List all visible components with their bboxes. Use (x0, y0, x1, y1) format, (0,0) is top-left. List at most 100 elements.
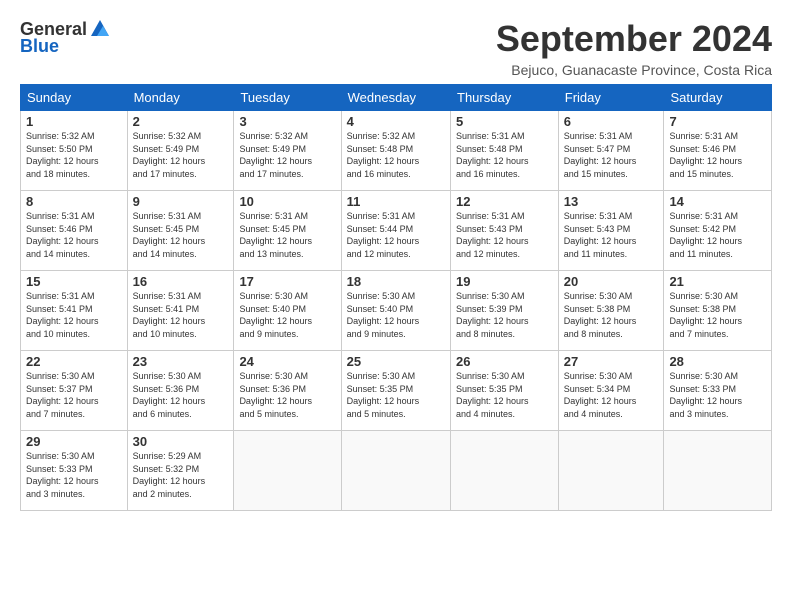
calendar-cell-3-1: 23Sunrise: 5:30 AM Sunset: 5:36 PM Dayli… (127, 351, 234, 431)
day-number: 29 (26, 434, 122, 449)
day-info: Sunrise: 5:30 AM Sunset: 5:33 PM Dayligh… (26, 450, 122, 500)
day-info: Sunrise: 5:31 AM Sunset: 5:46 PM Dayligh… (669, 130, 766, 180)
calendar-cell-2-2: 17Sunrise: 5:30 AM Sunset: 5:40 PM Dayli… (234, 271, 341, 351)
day-info: Sunrise: 5:31 AM Sunset: 5:46 PM Dayligh… (26, 210, 122, 260)
logo-blue-text: Blue (20, 36, 59, 57)
day-number: 24 (239, 354, 335, 369)
calendar-cell-1-5: 13Sunrise: 5:31 AM Sunset: 5:43 PM Dayli… (558, 191, 664, 271)
day-number: 28 (669, 354, 766, 369)
day-number: 6 (564, 114, 659, 129)
day-number: 7 (669, 114, 766, 129)
day-info: Sunrise: 5:30 AM Sunset: 5:38 PM Dayligh… (564, 290, 659, 340)
calendar-cell-1-1: 9Sunrise: 5:31 AM Sunset: 5:45 PM Daylig… (127, 191, 234, 271)
day-number: 27 (564, 354, 659, 369)
day-number: 17 (239, 274, 335, 289)
logo-area: General Blue (20, 18, 111, 57)
day-info: Sunrise: 5:30 AM Sunset: 5:39 PM Dayligh… (456, 290, 553, 340)
day-info: Sunrise: 5:30 AM Sunset: 5:38 PM Dayligh… (669, 290, 766, 340)
header-thursday: Thursday (451, 85, 559, 111)
header: General Blue September 2024 Bejuco, Guan… (20, 18, 772, 78)
header-tuesday: Tuesday (234, 85, 341, 111)
day-info: Sunrise: 5:31 AM Sunset: 5:41 PM Dayligh… (26, 290, 122, 340)
location-subtitle: Bejuco, Guanacaste Province, Costa Rica (496, 62, 772, 78)
calendar-cell-2-0: 15Sunrise: 5:31 AM Sunset: 5:41 PM Dayli… (21, 271, 128, 351)
calendar-week-2: 15Sunrise: 5:31 AM Sunset: 5:41 PM Dayli… (21, 271, 772, 351)
day-info: Sunrise: 5:32 AM Sunset: 5:49 PM Dayligh… (133, 130, 229, 180)
day-number: 5 (456, 114, 553, 129)
day-number: 11 (347, 194, 445, 209)
day-info: Sunrise: 5:31 AM Sunset: 5:47 PM Dayligh… (564, 130, 659, 180)
calendar-cell-0-2: 3Sunrise: 5:32 AM Sunset: 5:49 PM Daylig… (234, 111, 341, 191)
calendar-cell-4-5 (558, 431, 664, 511)
day-number: 16 (133, 274, 229, 289)
calendar-cell-1-0: 8Sunrise: 5:31 AM Sunset: 5:46 PM Daylig… (21, 191, 128, 271)
header-wednesday: Wednesday (341, 85, 450, 111)
calendar-week-0: 1Sunrise: 5:32 AM Sunset: 5:50 PM Daylig… (21, 111, 772, 191)
day-info: Sunrise: 5:32 AM Sunset: 5:50 PM Dayligh… (26, 130, 122, 180)
calendar-cell-0-1: 2Sunrise: 5:32 AM Sunset: 5:49 PM Daylig… (127, 111, 234, 191)
day-info: Sunrise: 5:31 AM Sunset: 5:45 PM Dayligh… (133, 210, 229, 260)
calendar-cell-3-3: 25Sunrise: 5:30 AM Sunset: 5:35 PM Dayli… (341, 351, 450, 431)
calendar-cell-2-6: 21Sunrise: 5:30 AM Sunset: 5:38 PM Dayli… (664, 271, 772, 351)
day-number: 2 (133, 114, 229, 129)
day-info: Sunrise: 5:32 AM Sunset: 5:49 PM Dayligh… (239, 130, 335, 180)
day-number: 3 (239, 114, 335, 129)
calendar-week-1: 8Sunrise: 5:31 AM Sunset: 5:46 PM Daylig… (21, 191, 772, 271)
calendar-cell-1-3: 11Sunrise: 5:31 AM Sunset: 5:44 PM Dayli… (341, 191, 450, 271)
header-saturday: Saturday (664, 85, 772, 111)
calendar-cell-4-0: 29Sunrise: 5:30 AM Sunset: 5:33 PM Dayli… (21, 431, 128, 511)
day-number: 14 (669, 194, 766, 209)
calendar-cell-0-5: 6Sunrise: 5:31 AM Sunset: 5:47 PM Daylig… (558, 111, 664, 191)
day-number: 25 (347, 354, 445, 369)
day-number: 21 (669, 274, 766, 289)
calendar-cell-2-1: 16Sunrise: 5:31 AM Sunset: 5:41 PM Dayli… (127, 271, 234, 351)
day-info: Sunrise: 5:31 AM Sunset: 5:45 PM Dayligh… (239, 210, 335, 260)
day-number: 13 (564, 194, 659, 209)
day-number: 23 (133, 354, 229, 369)
calendar-cell-4-6 (664, 431, 772, 511)
month-title: September 2024 (496, 18, 772, 60)
calendar-cell-3-2: 24Sunrise: 5:30 AM Sunset: 5:36 PM Dayli… (234, 351, 341, 431)
day-info: Sunrise: 5:31 AM Sunset: 5:43 PM Dayligh… (456, 210, 553, 260)
calendar-cell-0-4: 5Sunrise: 5:31 AM Sunset: 5:48 PM Daylig… (451, 111, 559, 191)
logo-icon (89, 18, 111, 40)
calendar-cell-1-2: 10Sunrise: 5:31 AM Sunset: 5:45 PM Dayli… (234, 191, 341, 271)
calendar: Sunday Monday Tuesday Wednesday Thursday… (20, 84, 772, 511)
calendar-cell-3-6: 28Sunrise: 5:30 AM Sunset: 5:33 PM Dayli… (664, 351, 772, 431)
calendar-cell-4-2 (234, 431, 341, 511)
header-monday: Monday (127, 85, 234, 111)
day-info: Sunrise: 5:30 AM Sunset: 5:34 PM Dayligh… (564, 370, 659, 420)
calendar-cell-0-3: 4Sunrise: 5:32 AM Sunset: 5:48 PM Daylig… (341, 111, 450, 191)
calendar-cell-2-3: 18Sunrise: 5:30 AM Sunset: 5:40 PM Dayli… (341, 271, 450, 351)
day-number: 30 (133, 434, 229, 449)
calendar-cell-1-4: 12Sunrise: 5:31 AM Sunset: 5:43 PM Dayli… (451, 191, 559, 271)
day-info: Sunrise: 5:30 AM Sunset: 5:40 PM Dayligh… (347, 290, 445, 340)
day-info: Sunrise: 5:31 AM Sunset: 5:44 PM Dayligh… (347, 210, 445, 260)
calendar-cell-0-6: 7Sunrise: 5:31 AM Sunset: 5:46 PM Daylig… (664, 111, 772, 191)
calendar-week-4: 29Sunrise: 5:30 AM Sunset: 5:33 PM Dayli… (21, 431, 772, 511)
day-info: Sunrise: 5:31 AM Sunset: 5:48 PM Dayligh… (456, 130, 553, 180)
header-sunday: Sunday (21, 85, 128, 111)
calendar-cell-2-5: 20Sunrise: 5:30 AM Sunset: 5:38 PM Dayli… (558, 271, 664, 351)
day-info: Sunrise: 5:30 AM Sunset: 5:40 PM Dayligh… (239, 290, 335, 340)
calendar-cell-1-6: 14Sunrise: 5:31 AM Sunset: 5:42 PM Dayli… (664, 191, 772, 271)
day-number: 20 (564, 274, 659, 289)
calendar-cell-4-3 (341, 431, 450, 511)
calendar-cell-4-1: 30Sunrise: 5:29 AM Sunset: 5:32 PM Dayli… (127, 431, 234, 511)
day-number: 1 (26, 114, 122, 129)
day-info: Sunrise: 5:31 AM Sunset: 5:41 PM Dayligh… (133, 290, 229, 340)
day-number: 10 (239, 194, 335, 209)
title-area: September 2024 Bejuco, Guanacaste Provin… (496, 18, 772, 78)
day-info: Sunrise: 5:30 AM Sunset: 5:33 PM Dayligh… (669, 370, 766, 420)
day-info: Sunrise: 5:29 AM Sunset: 5:32 PM Dayligh… (133, 450, 229, 500)
day-info: Sunrise: 5:30 AM Sunset: 5:36 PM Dayligh… (239, 370, 335, 420)
day-info: Sunrise: 5:32 AM Sunset: 5:48 PM Dayligh… (347, 130, 445, 180)
day-number: 18 (347, 274, 445, 289)
day-number: 12 (456, 194, 553, 209)
calendar-cell-0-0: 1Sunrise: 5:32 AM Sunset: 5:50 PM Daylig… (21, 111, 128, 191)
calendar-cell-3-0: 22Sunrise: 5:30 AM Sunset: 5:37 PM Dayli… (21, 351, 128, 431)
day-info: Sunrise: 5:30 AM Sunset: 5:36 PM Dayligh… (133, 370, 229, 420)
day-info: Sunrise: 5:31 AM Sunset: 5:42 PM Dayligh… (669, 210, 766, 260)
day-info: Sunrise: 5:31 AM Sunset: 5:43 PM Dayligh… (564, 210, 659, 260)
calendar-cell-4-4 (451, 431, 559, 511)
